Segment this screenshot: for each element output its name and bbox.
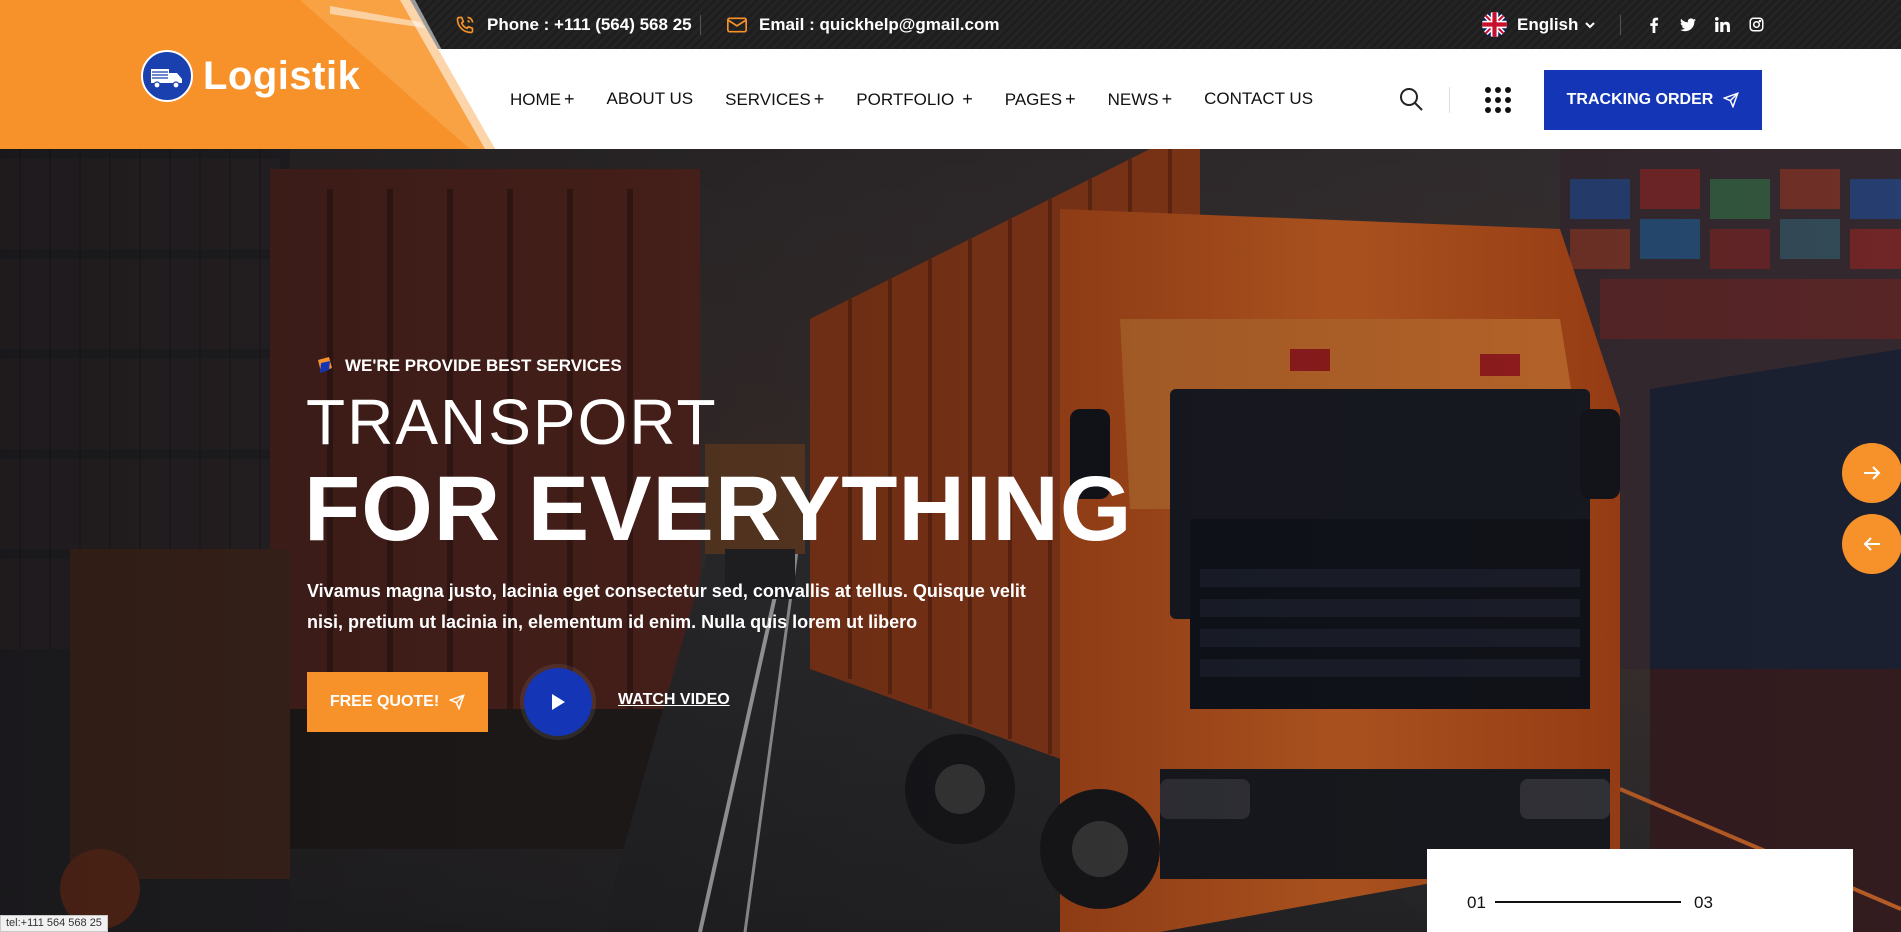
grid-menu-icon[interactable] <box>1485 87 1511 113</box>
social-links <box>1646 0 1764 49</box>
browser-status-url: tel:+111 564 568 25 <box>0 915 108 932</box>
free-quote-label: FREE QUOTE! <box>329 693 440 710</box>
uk-flag-icon <box>1482 12 1507 37</box>
hero-title-line2: FOR EVERYTHING <box>304 458 1133 560</box>
site-logo[interactable]: Logistik <box>141 50 360 102</box>
nav-label: PAGES <box>1004 89 1063 109</box>
slide-current: 01 <box>1467 893 1486 912</box>
language-label: English <box>1517 14 1579 34</box>
email-text: Email : quickhelp@gmail.com <box>759 14 1000 34</box>
nav-label: SERVICES <box>725 89 811 109</box>
plus-icon: + <box>813 88 825 109</box>
free-quote-button[interactable]: FREE QUOTE! <box>307 672 488 732</box>
nav-item-home[interactable]: HOME + <box>510 89 575 110</box>
truck-logo-icon <box>141 50 193 102</box>
topbar-divider <box>700 15 701 35</box>
send-icon <box>1723 92 1740 108</box>
play-icon <box>550 693 566 711</box>
mail-icon <box>727 17 747 33</box>
nav-label: ABOUT US <box>606 89 694 108</box>
watch-video-link[interactable]: WATCH VIDEO <box>618 691 730 709</box>
nav-item-contact-us[interactable]: CONTACT US <box>1204 89 1313 109</box>
plus-icon: + <box>962 88 973 109</box>
linkedin-icon[interactable] <box>1714 17 1730 33</box>
logo-area: Logistik <box>0 0 495 149</box>
nav-item-pages[interactable]: PAGES + <box>1005 89 1076 110</box>
slider-prev-button[interactable] <box>1842 514 1901 574</box>
nav-label: PORTFOLIO <box>856 89 955 109</box>
nav-label: HOME <box>510 89 561 109</box>
page: Phone : +111 (564) 568 25 Email : quickh… <box>0 0 1901 932</box>
search-icon[interactable] <box>1398 86 1424 112</box>
hero-description: Vivamus magna justo, lacinia eget consec… <box>307 581 1026 632</box>
arrow-left-icon <box>1863 536 1881 552</box>
logo-text: Logistik <box>203 53 361 98</box>
plus-icon: + <box>1065 88 1076 109</box>
box-icon <box>315 356 335 376</box>
nav-item-services[interactable]: SERVICES + <box>725 89 824 110</box>
hero-title-line1: TRANSPORT <box>306 386 718 458</box>
slide-counter: 01 03 <box>1427 849 1853 932</box>
nav-label: NEWS <box>1107 89 1159 109</box>
tracking-order-button[interactable]: TRACKING ORDER <box>1544 70 1762 130</box>
nav-item-about-us[interactable]: ABOUT US <box>607 89 694 109</box>
send-icon <box>449 694 466 710</box>
phone-text: Phone : +111 (564) 568 25 <box>487 14 692 34</box>
header-divider <box>1449 87 1450 113</box>
play-video-button[interactable] <box>524 668 592 736</box>
topbar-divider <box>1620 15 1621 35</box>
nav-item-portfolio[interactable]: PORTFOLIO + <box>856 89 972 110</box>
nav-item-news[interactable]: NEWS + <box>1108 89 1173 110</box>
nav-label: CONTACT US <box>1204 89 1314 108</box>
arrow-right-icon <box>1863 465 1881 481</box>
slide-total: 03 <box>1694 893 1713 912</box>
language-selector[interactable]: English <box>1482 0 1596 49</box>
main-nav: HOME + ABOUT US SERVICES + PORTFOLIO + PAGE… <box>510 49 1345 149</box>
twitter-icon[interactable] <box>1680 17 1696 33</box>
tracking-order-label: TRACKING ORDER <box>1566 91 1714 108</box>
facebook-icon[interactable] <box>1646 17 1662 33</box>
instagram-icon[interactable] <box>1748 17 1764 33</box>
email-contact[interactable]: Email : quickhelp@gmail.com <box>727 0 999 49</box>
slider-next-button[interactable] <box>1842 443 1901 503</box>
slide-progress-line <box>1495 901 1681 903</box>
plus-icon: + <box>1161 88 1173 109</box>
chevron-down-icon <box>1584 19 1596 31</box>
plus-icon: + <box>564 88 575 109</box>
tagline-text: WE'RE PROVIDE BEST SERVICES <box>345 356 622 375</box>
hero-tagline: WE'RE PROVIDE BEST SERVICES <box>315 356 622 376</box>
